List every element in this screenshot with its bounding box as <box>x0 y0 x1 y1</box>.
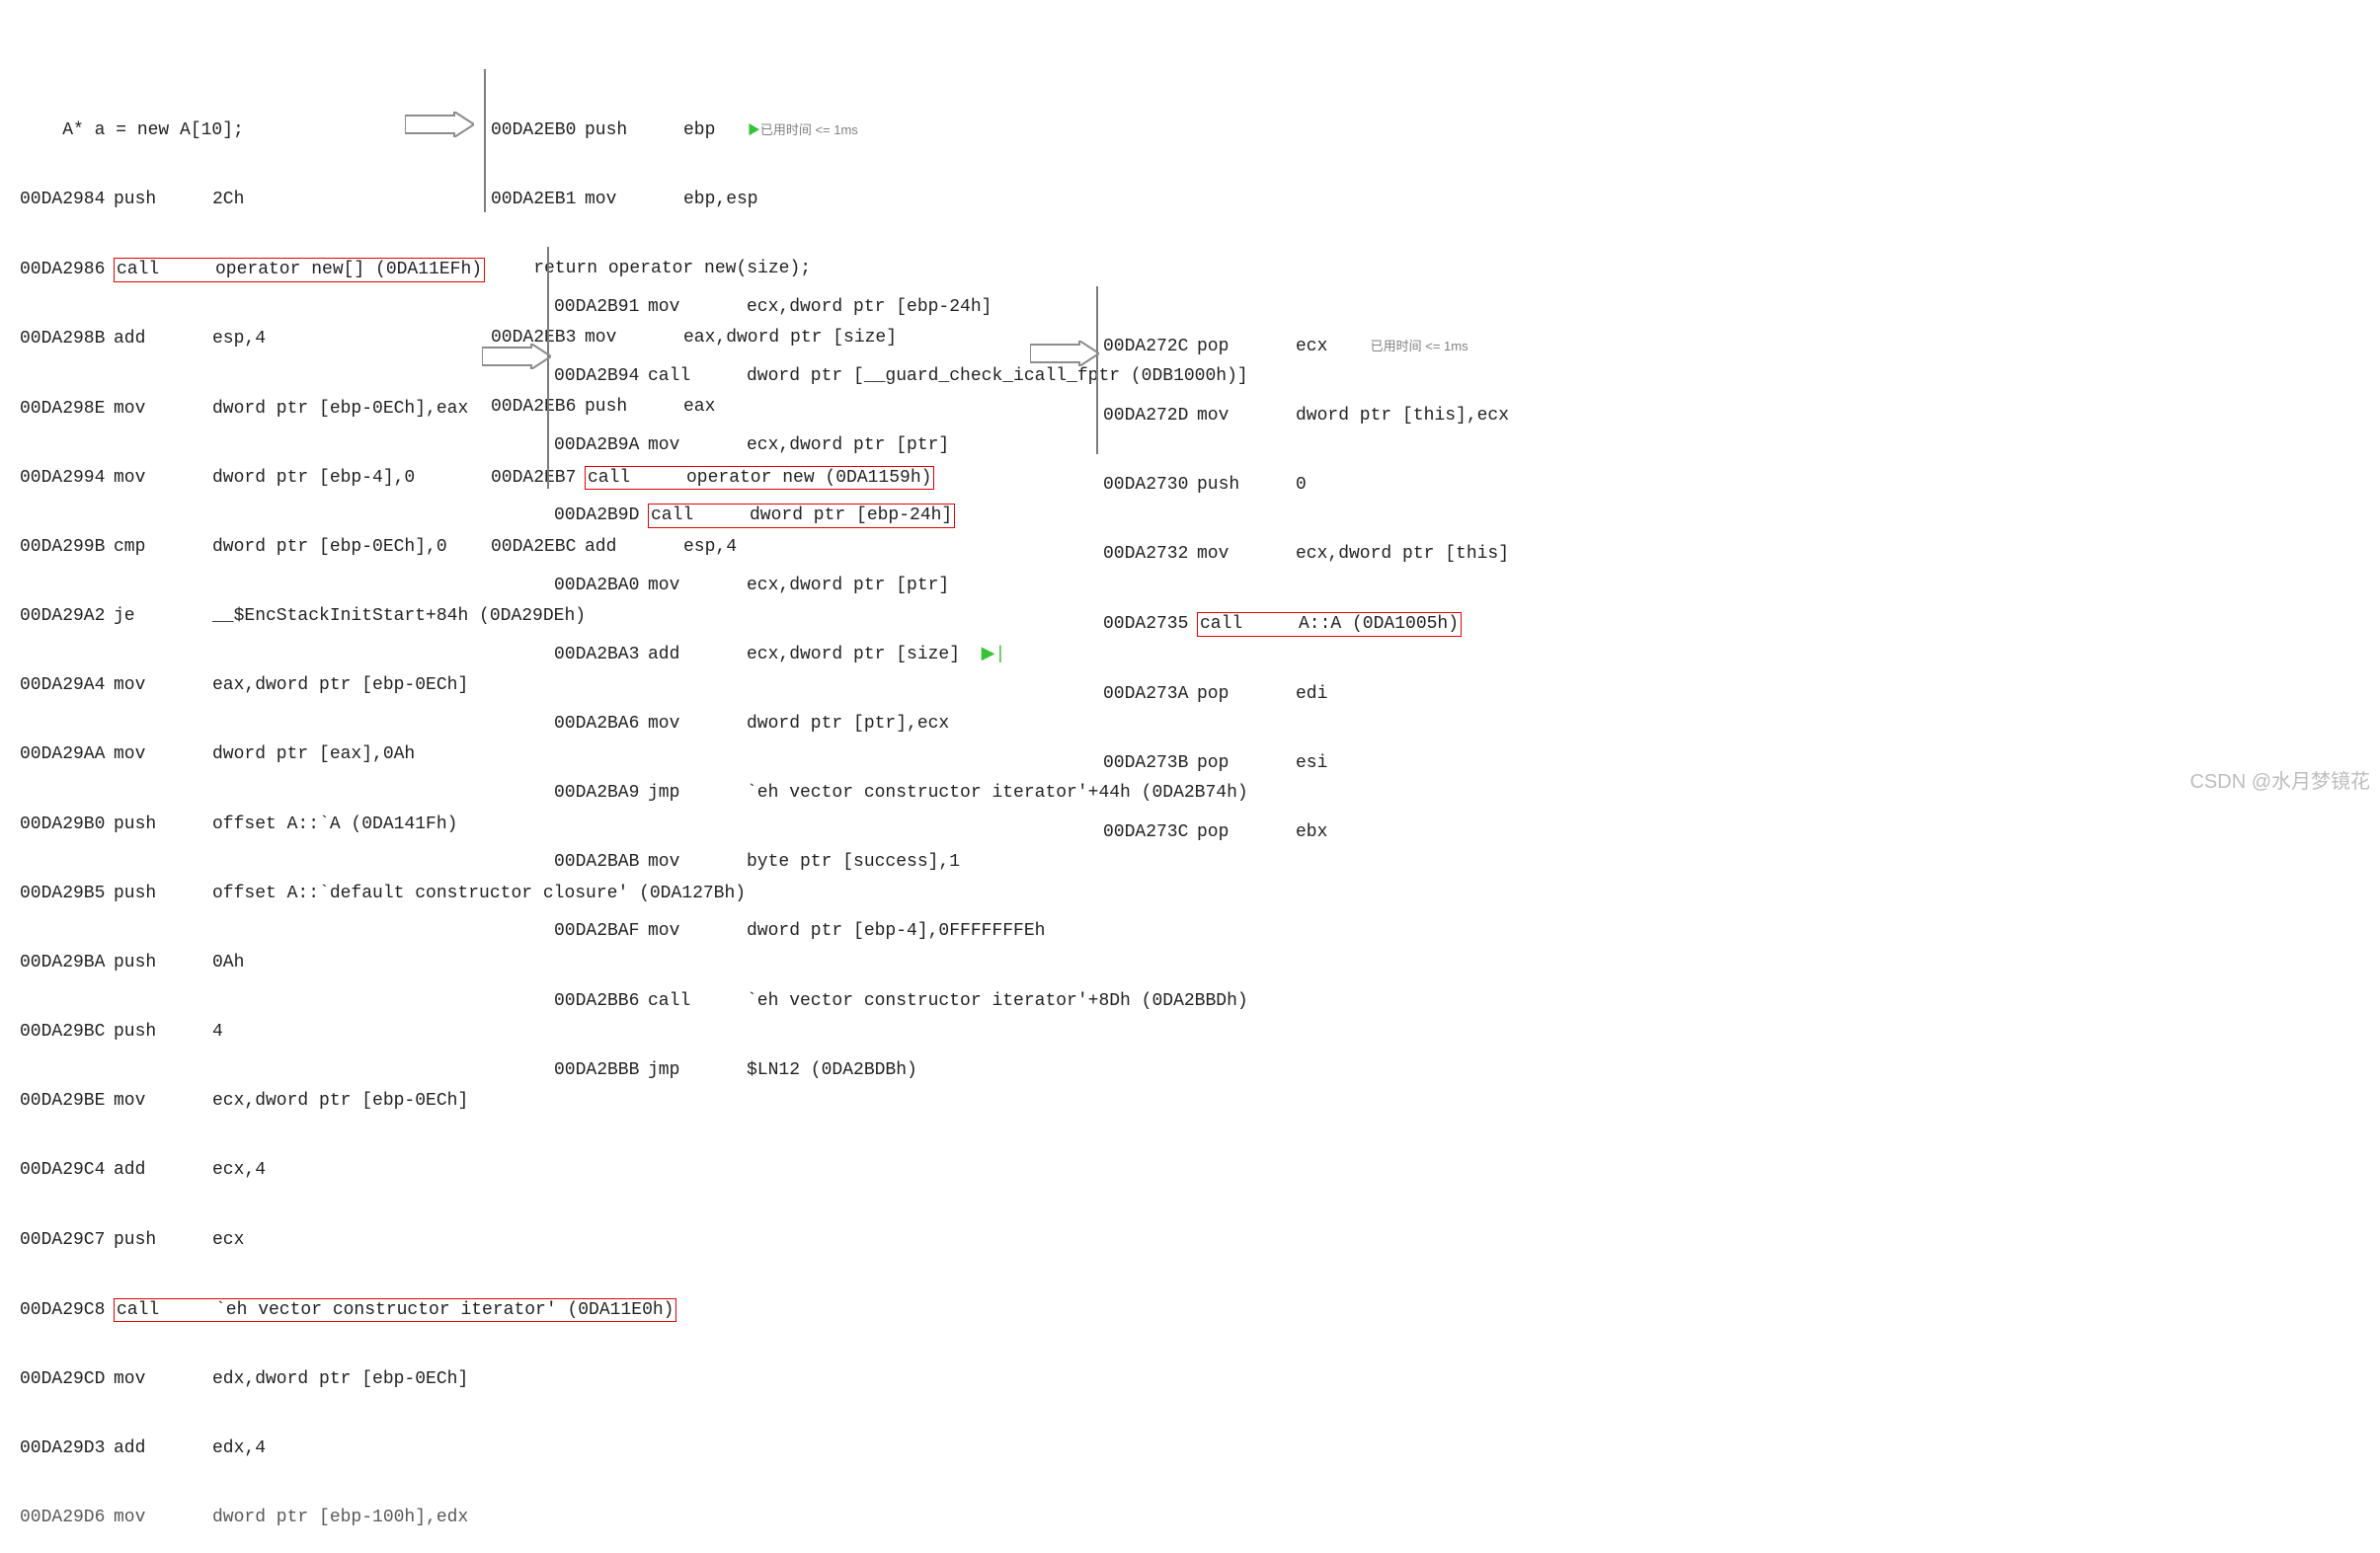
asm-row: 00DA29C8call`eh vector constructor itera… <box>20 1298 746 1323</box>
asm-row: 00DA272Cpopecx 已用时间 <= 1ms <box>1103 336 1509 358</box>
arrow-right-icon <box>1030 341 1099 366</box>
asm-row: 00DA273Cpopebx <box>1103 821 1509 844</box>
asm-row: 00DA2BBBjmp$LN12 (0DA2BDBh) <box>554 1059 1248 1082</box>
perf-hint: 已用时间 <= 1ms <box>1371 339 1468 355</box>
asm-row: 00DA2730push0 <box>1103 474 1509 497</box>
asm-row: 00DA29D6movdword ptr [ebp-100h],edx <box>20 1507 746 1529</box>
asm-row: 00DA2735callA::A (0DA1005h) <box>1103 612 1509 637</box>
asm-row: 00DA272Dmovdword ptr [this],ecx <box>1103 405 1509 427</box>
watermark: CSDN @水月梦镜花 <box>2189 765 2370 794</box>
asm-row: 00DA2732movecx,dword ptr [this] <box>1103 543 1509 566</box>
asm-row: 00DA2EB0pushebp ▶已用时间 <= 1ms <box>491 119 934 142</box>
asm-row: 00DA2EB1movebp,esp <box>491 189 934 211</box>
current-step-icon: ▶| <box>982 644 1006 666</box>
asm-row: 00DA273Apopedi <box>1103 683 1509 706</box>
asm-row: 00DA29C4addecx,4 <box>20 1159 746 1182</box>
highlight-call-ebp24: calldword ptr [ebp-24h] <box>648 504 955 528</box>
highlight-call-op-new-arr: calloperator new[] (0DA11EFh) <box>114 258 485 282</box>
disasm-block-4: 00DA272Cpopecx 已用时间 <= 1ms 00DA272Dmovdw… <box>1103 289 1509 868</box>
asm-row: 00DA273Bpopesi <box>1103 752 1509 775</box>
arrow-right-icon <box>482 344 551 369</box>
asm-row: 00DA29C7pushecx <box>20 1229 746 1252</box>
separator-bar <box>484 69 486 212</box>
highlight-call-eh-vector-ctor: call`eh vector constructor iterator' (0D… <box>114 1298 676 1323</box>
asm-row: 00DA29CDmovedx,dword ptr [ebp-0ECh] <box>20 1368 746 1391</box>
asm-row: 00DA29D3addedx,4 <box>20 1437 746 1460</box>
arrow-right-icon <box>405 112 474 137</box>
perf-hint: ▶已用时间 <= 1ms <box>748 122 858 139</box>
highlight-call-ctor: callA::A (0DA1005h) <box>1197 612 1462 637</box>
asm-row: 00DA2BAFmovdword ptr [ebp-4],0FFFFFFFEh <box>554 920 1248 943</box>
asm-row: 00DA2BB6call`eh vector constructor itera… <box>554 990 1248 1013</box>
separator-bar <box>1096 286 1098 454</box>
